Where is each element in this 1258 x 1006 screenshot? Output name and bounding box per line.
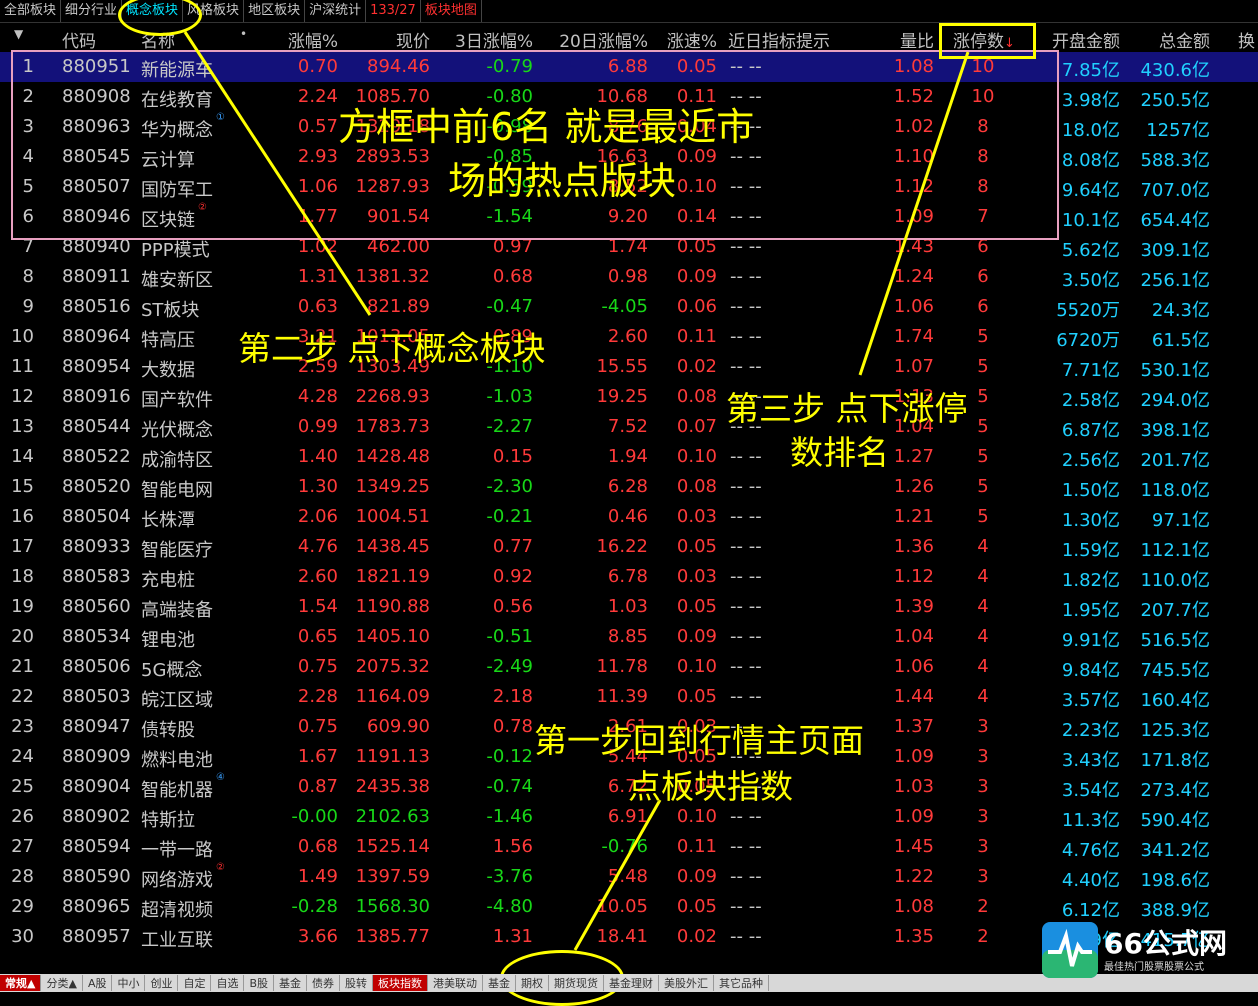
bottom-tab-3[interactable]: 中小 [112,975,146,991]
bottom-tab-12[interactable]: 港美联动 [428,975,484,991]
bottom-tab-2[interactable]: A股 [83,975,113,991]
annotation-step3-line2: 数排名 [790,433,889,472]
bottom-tab-17[interactable]: 美股外汇 [659,975,715,991]
bottom-tab-16[interactable]: 基金理财 [604,975,660,991]
arrow-to-sector-index [573,799,662,951]
bottom-tab-8[interactable]: 基金 [274,975,308,991]
bottom-tab-9[interactable]: 债券 [307,975,341,991]
logo-text: 66公式网 [1104,927,1227,960]
logo-pulse-icon [1042,922,1098,978]
bottom-tab-14[interactable]: 期权 [516,975,550,991]
site-logo: 66公式网 最佳热门股票股票公式 [1040,920,1250,980]
bottom-tab-13[interactable]: 基金 [483,975,517,991]
annotation-box-title-2: 场的热点版块 [448,159,677,203]
annotation-step3-line1: 第三步 点下涨停 [726,389,968,428]
bottom-tab-11[interactable]: 板块指数 [373,975,429,991]
bottom-tab-10[interactable]: 股转 [340,975,374,991]
bottom-tab-4[interactable]: 创业 [145,975,179,991]
arrow-to-concept-tab [183,31,372,316]
bottom-tab-1[interactable]: 分类▲ [41,975,83,991]
annotation-box-title-1: 方框中前6名 就是最近市 [338,105,755,149]
annotation-step1-line2: 点板块指数 [628,767,793,806]
bottom-tab-6[interactable]: 自选 [211,975,245,991]
annotation-step2: 第二步 点下概念板块 [238,329,546,368]
logo-subtext: 最佳热门股票股票公式 [1104,962,1204,973]
arrow-to-limit-up [858,51,970,376]
bottom-tab-0[interactable]: 常规▲ [0,975,42,991]
bottom-tab-7[interactable]: B股 [244,975,275,991]
bottom-tab-5[interactable]: 自定 [178,975,212,991]
annotation-step1-line1: 第一步回到行情主页面 [534,721,864,760]
bottom-tab-15[interactable]: 期货现货 [549,975,605,991]
bottom-tab-18[interactable]: 其它品种 [714,975,770,991]
